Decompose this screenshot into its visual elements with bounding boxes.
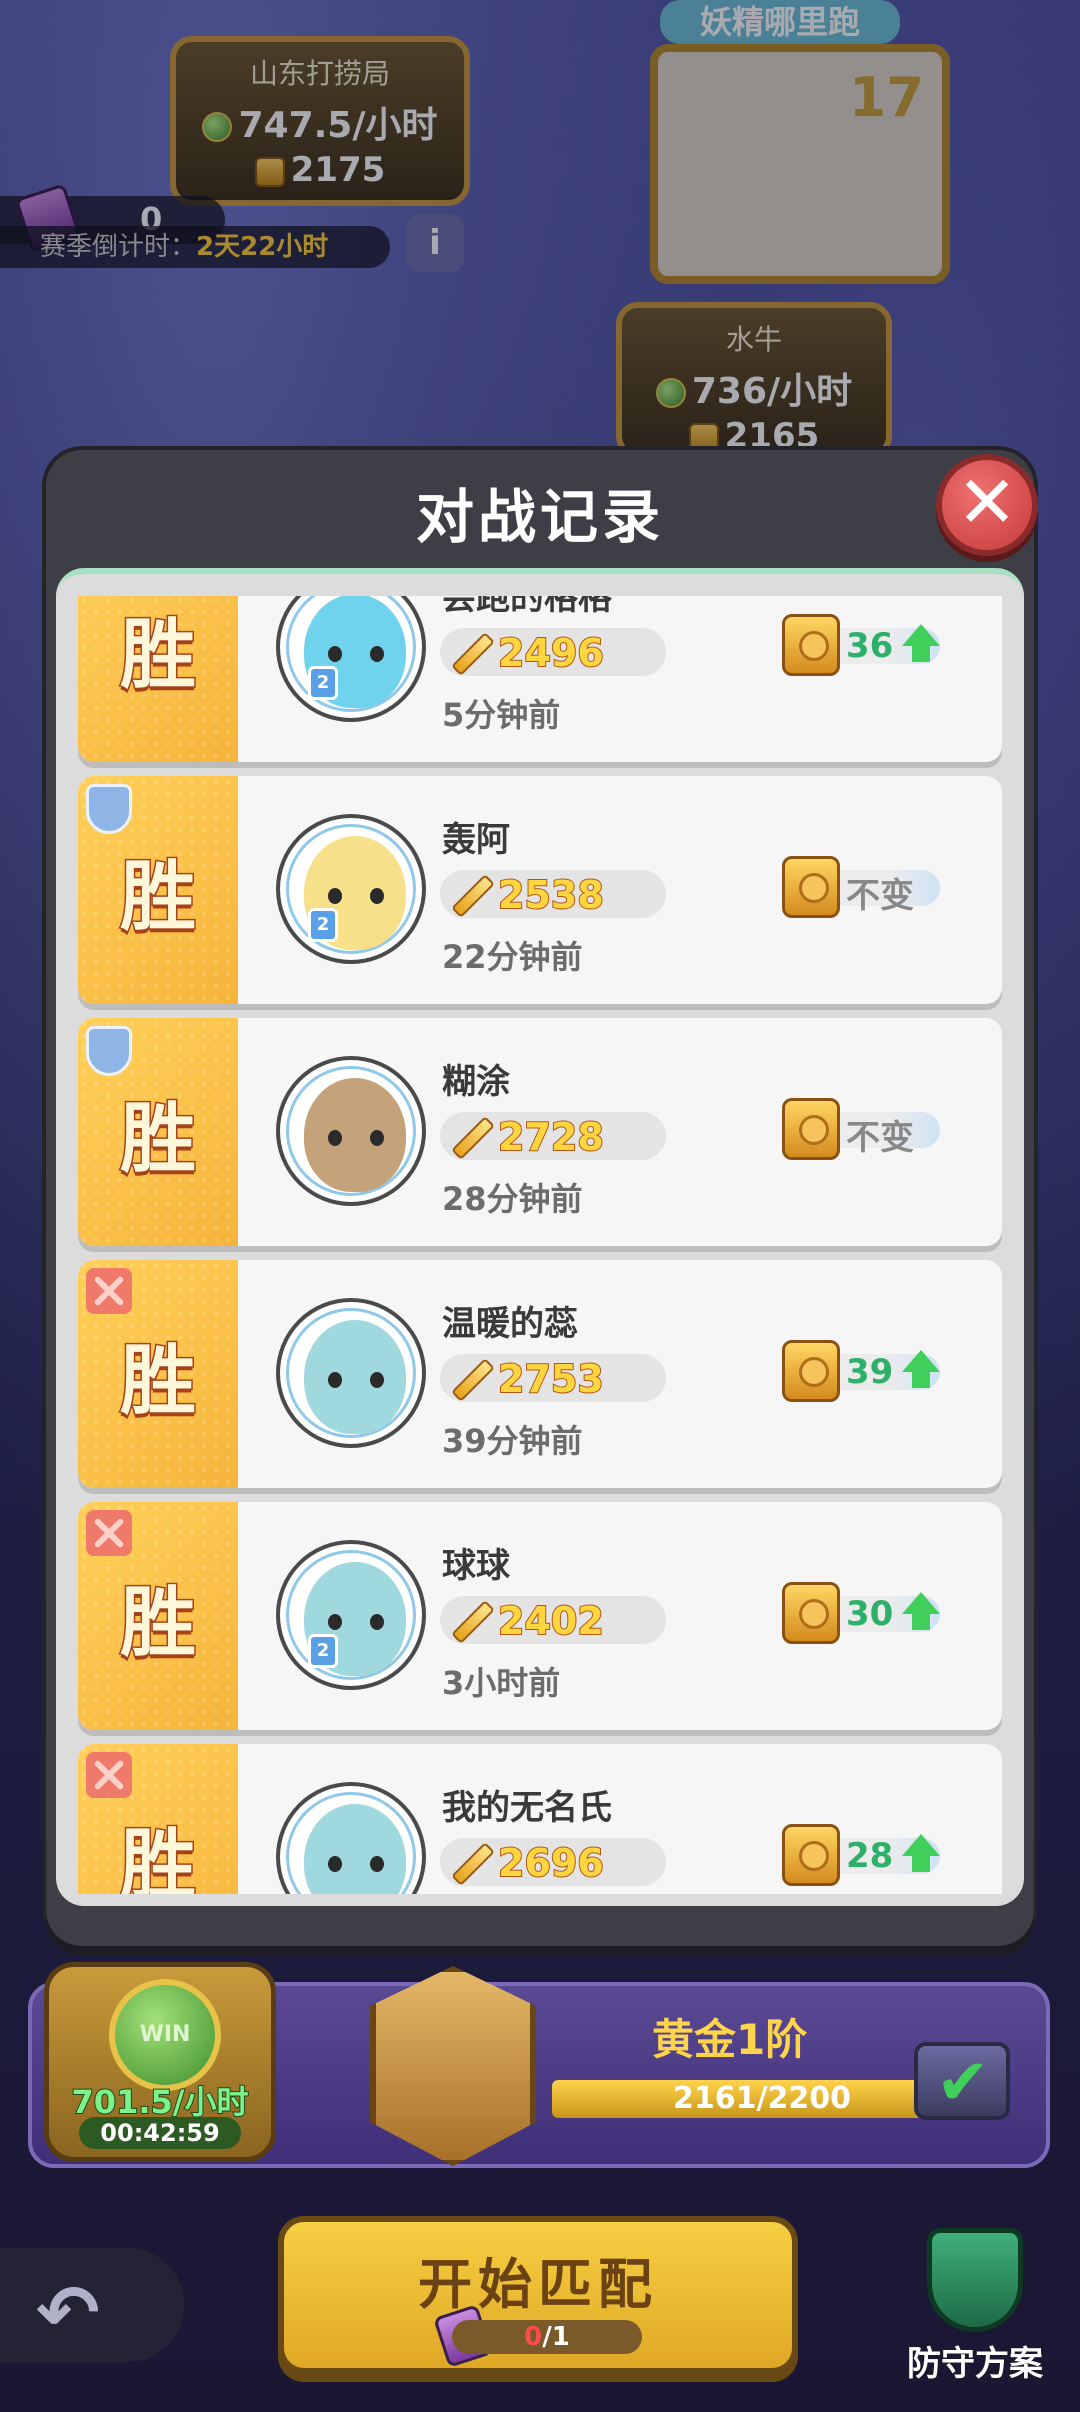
gold-box-icon: [782, 856, 840, 918]
reward-change: 39: [846, 1352, 894, 1392]
arrow-up-icon: [902, 1592, 940, 1632]
player-name: 尝跑的格格: [442, 596, 612, 618]
sword-icon: [450, 1358, 490, 1398]
power-pill: 2696: [440, 1838, 666, 1886]
rank-progress-text: 2161/2200: [673, 2081, 851, 2116]
record-row[interactable]: 胜 我的无名氏 2696 28: [78, 1744, 1002, 1894]
avatar[interactable]: [276, 1782, 426, 1894]
power-value: 2728: [497, 1114, 605, 1160]
player-name: 轰阿: [442, 820, 510, 860]
time-ago: 28分钟前: [442, 1180, 583, 1218]
defense-plan-label: 防守方案: [906, 2343, 1044, 2385]
defense-plan-button[interactable]: 防守方案: [880, 2228, 1070, 2385]
result-label: 胜: [119, 609, 198, 701]
power-pill: 2402: [440, 1596, 666, 1644]
record-row[interactable]: 胜 2 球球 2402 3小时前 30: [78, 1502, 1002, 1730]
sword-icon: [450, 874, 490, 914]
reward-change: 28: [846, 1836, 894, 1876]
win-coin-icon: WIN: [109, 1979, 221, 2091]
sword-icon: [450, 632, 490, 672]
avatar[interactable]: 2: [276, 596, 426, 722]
avatar[interactable]: [276, 1298, 426, 1448]
arrow-up-icon: [902, 1834, 940, 1874]
close-icon: ✕: [956, 460, 1018, 544]
gold-box-icon: [782, 1098, 840, 1160]
defense-shield-icon: [927, 2228, 1023, 2332]
reward-chest-icon[interactable]: [914, 2042, 1010, 2120]
crossed-swords-icon: [86, 1752, 132, 1802]
record-list[interactable]: 胜 2 尝跑的格格 2496 5分钟前 36 胜 2 轰阿 2538 22分钟前 不变胜糊涂 2728 2…: [78, 596, 1002, 1894]
record-row[interactable]: 胜 2 轰阿 2538 22分钟前 不变: [78, 776, 1002, 1004]
battle-record-dialog: 对战记录 ✕ 胜 2 尝跑的格格 2496 5分钟前 36 胜 2 轰阿 2538 22分钟前 不变胜…: [46, 450, 1038, 1946]
shield-icon: [86, 1026, 132, 1076]
power-value: 2402: [497, 1598, 605, 1644]
level-badge: 2: [308, 908, 338, 942]
shield-icon: [86, 784, 132, 834]
record-list-panel: 胜 2 尝跑的格格 2496 5分钟前 36 胜 2 轰阿 2538 22分钟前 不变胜糊涂 2728 2…: [56, 568, 1024, 1906]
gold-box-icon: [782, 1582, 840, 1644]
time-ago: 5分钟前: [442, 696, 561, 734]
start-match-cost: 0/1: [452, 2320, 642, 2354]
result-label: 胜: [119, 1335, 198, 1427]
power-pill: 2538: [440, 870, 666, 918]
reward-change: 不变: [846, 1118, 914, 1158]
crossed-swords-icon: [86, 1510, 132, 1560]
avatar[interactable]: [276, 1056, 426, 1206]
gold-box-icon: [782, 614, 840, 676]
power-pill: 2753: [440, 1354, 666, 1402]
win-income-card[interactable]: WIN 701.5/小时 00:42:59: [44, 1962, 276, 2162]
arrow-up-icon: [902, 624, 940, 664]
reward-change: 30: [846, 1594, 894, 1634]
back-button[interactable]: ↶: [0, 2248, 184, 2362]
result-label: 胜: [119, 1819, 198, 1895]
back-arrow-icon: ↶: [36, 2268, 100, 2357]
level-badge: 2: [308, 666, 338, 700]
player-name: 球球: [442, 1546, 510, 1586]
close-button[interactable]: ✕: [936, 454, 1038, 556]
arrow-up-icon: [902, 1350, 940, 1390]
time-ago: 3小时前: [442, 1664, 561, 1702]
sword-icon: [450, 1600, 490, 1640]
avatar[interactable]: 2: [276, 814, 426, 964]
sword-icon: [450, 1116, 490, 1156]
rank-name: 黄金1阶: [652, 2015, 808, 2064]
gold-box-icon: [782, 1824, 840, 1886]
power-value: 2753: [497, 1356, 605, 1402]
reward-change: 不变: [846, 876, 914, 916]
record-row[interactable]: 胜 温暖的蕊 2753 39分钟前 39: [78, 1260, 1002, 1488]
power-pill: 2496: [440, 628, 666, 676]
player-name: 温暖的蕊: [442, 1304, 578, 1344]
power-pill: 2728: [440, 1112, 666, 1160]
win-timer: 00:42:59: [79, 2117, 241, 2149]
result-label: 胜: [119, 1093, 198, 1185]
start-match-label: 开始匹配: [418, 2253, 658, 2316]
power-value: 2496: [497, 630, 605, 676]
player-name: 我的无名氏: [442, 1788, 612, 1828]
gold-box-icon: [782, 1340, 840, 1402]
level-badge: 2: [308, 1634, 338, 1668]
record-row[interactable]: 胜 2 尝跑的格格 2496 5分钟前 36: [78, 596, 1002, 762]
record-row[interactable]: 胜 糊涂 2728 28分钟前 不变: [78, 1018, 1002, 1246]
dialog-title: 对战记录: [415, 483, 664, 551]
start-match-button[interactable]: 开始匹配 0/1: [278, 2216, 798, 2374]
avatar[interactable]: 2: [276, 1540, 426, 1690]
sword-icon: [450, 1842, 490, 1882]
time-ago: 39分钟前: [442, 1422, 583, 1460]
power-value: 2538: [497, 872, 605, 918]
result-label: 胜: [119, 851, 198, 943]
crossed-swords-icon: [86, 1268, 132, 1318]
rank-emblem-icon: [370, 1966, 536, 2166]
time-ago: 22分钟前: [442, 938, 583, 976]
power-value: 2696: [497, 1840, 605, 1886]
player-name: 糊涂: [442, 1062, 510, 1102]
reward-change: 36: [846, 626, 894, 666]
result-label: 胜: [119, 1577, 198, 1669]
